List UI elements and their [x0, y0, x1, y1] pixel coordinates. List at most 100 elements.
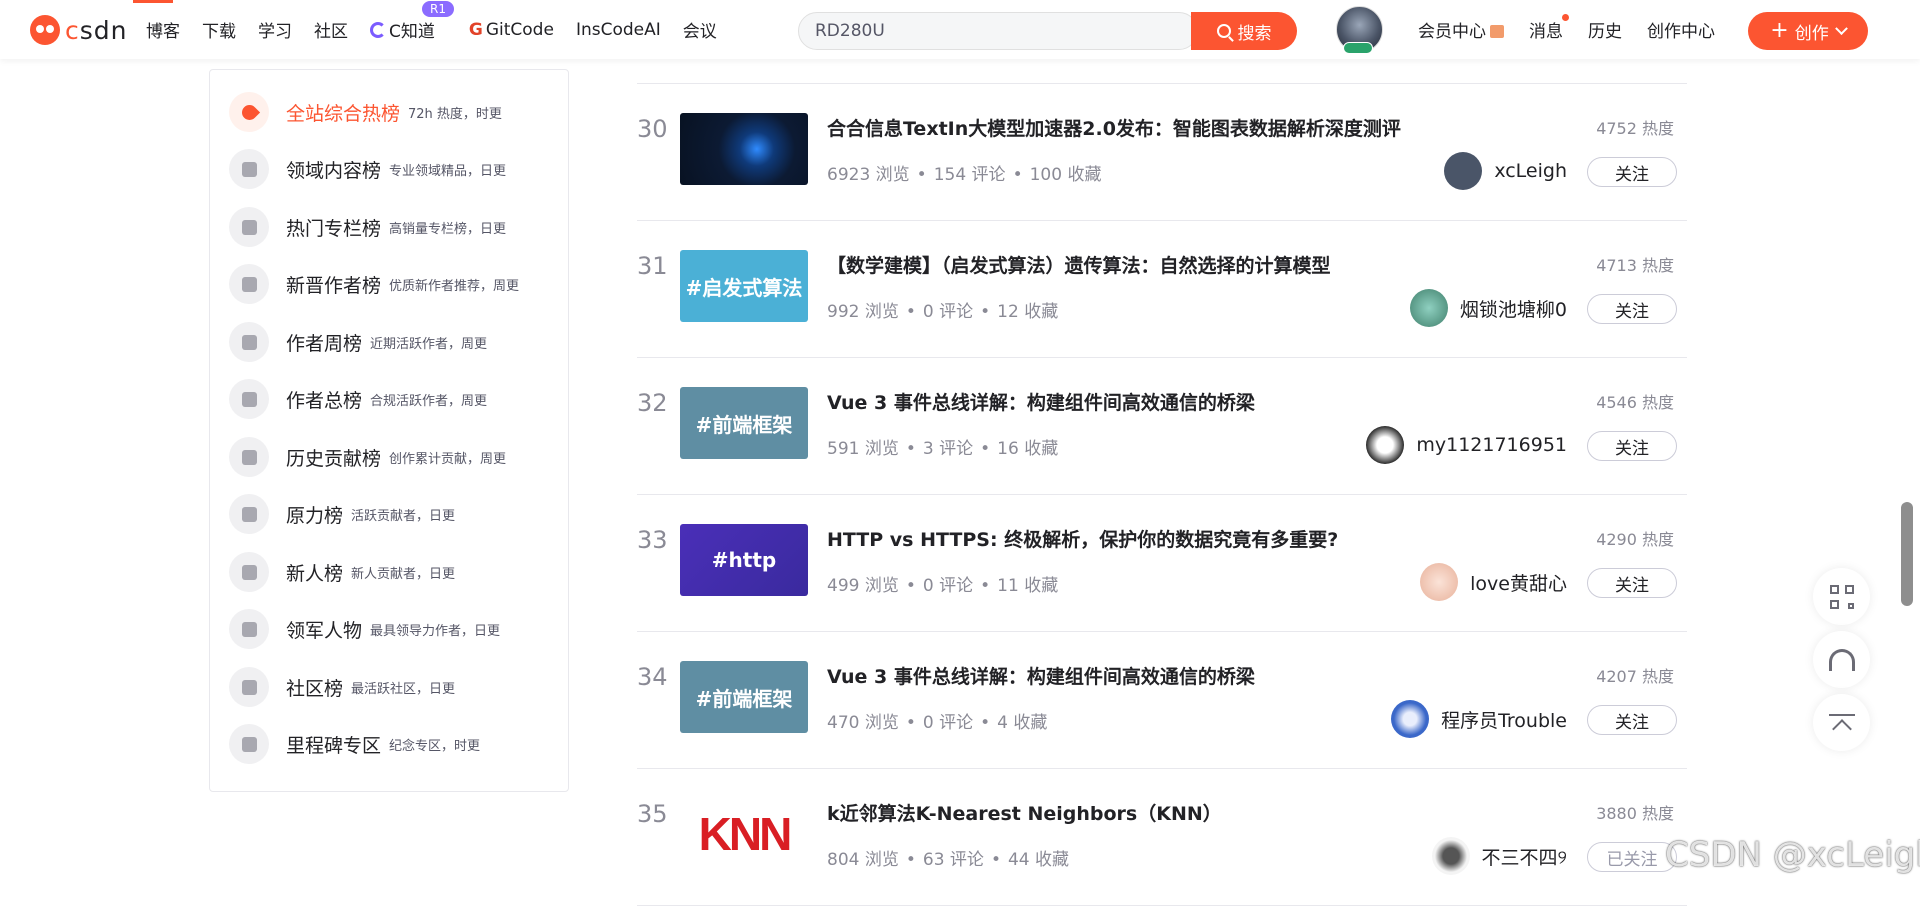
followed-button[interactable]: 已关注	[1587, 842, 1677, 872]
history-link[interactable]: 历史	[1588, 17, 1622, 42]
sidebar-item-column[interactable]: 热门专栏榜 高销量专栏榜，日更	[229, 205, 506, 249]
heat-score: 4752 热度	[1596, 119, 1674, 138]
avatar	[1366, 426, 1405, 464]
search-button[interactable]: 搜索	[1191, 12, 1297, 50]
heat-score: 4546 热度	[1596, 393, 1674, 412]
sidebar-item-newcomer[interactable]: 新人榜 新人贡献者，日更	[229, 550, 455, 594]
article-thumbnail[interactable]: #前端框架	[680, 661, 808, 733]
sidebar-item-sub: 优质新作者推荐，周更	[389, 278, 520, 294]
nav-download[interactable]: 下载	[202, 17, 236, 42]
nav-gitcode[interactable]: G GitCode	[469, 20, 554, 40]
sidebar-item-title: 领域内容榜	[286, 159, 382, 182]
sidebar-item-leader[interactable]: 领军人物 最具领导力作者，日更	[229, 607, 500, 651]
author-name: my1121716951	[1416, 434, 1567, 456]
rank-row[interactable]: 32 #前端框架 Vue 3 事件总线详解：构建组件间高效通信的桥梁 591 浏…	[637, 358, 1687, 495]
article-thumbnail[interactable]: #启发式算法	[680, 250, 808, 322]
author-name: 不三不四୨	[1481, 846, 1567, 869]
creation-center-link[interactable]: 创作中心	[1647, 17, 1715, 42]
author-name: xcLeigh	[1494, 160, 1567, 182]
author[interactable]: 程序员Trouble	[1391, 699, 1567, 739]
sidebar-item-author-total[interactable]: 作者总榜 合规活跃作者，周更	[229, 377, 487, 421]
create-button[interactable]: + 创作	[1748, 12, 1868, 50]
rank-number: 33	[637, 526, 668, 554]
messages-link[interactable]: 消息	[1529, 14, 1569, 42]
article-stats: 6923 浏览 • 154 评论 • 100 收藏	[827, 165, 1102, 185]
plus-icon: +	[1770, 18, 1789, 43]
article-title[interactable]: Vue 3 事件总线详解：构建组件间高效通信的桥梁	[827, 662, 1255, 689]
author[interactable]: love黄甜心	[1420, 562, 1567, 602]
sidebar-item-milestone[interactable]: 里程碑专区 纪念专区，时更	[229, 722, 480, 766]
rank-row[interactable]: 30 合合信息TextIn大模型加速器2.0发布：智能图表数据解析深度测评 69…	[637, 84, 1687, 221]
article-title[interactable]: Vue 3 事件总线详解：构建组件间高效通信的桥梁	[827, 388, 1255, 415]
heat-score: 4290 热度	[1596, 530, 1674, 549]
csdn-mascot-icon	[30, 15, 60, 45]
article-title[interactable]: k近邻算法K-Nearest Neighbors（KNN）	[827, 799, 1222, 826]
nav-inscode[interactable]: InsCodeAI	[576, 20, 661, 40]
follow-button[interactable]: 关注	[1587, 157, 1677, 187]
vip-badge	[1343, 42, 1373, 54]
rank-row[interactable]: 35 KNN k近邻算法K-Nearest Neighbors（KNN） 804…	[637, 769, 1687, 906]
follow-button[interactable]: 关注	[1587, 705, 1677, 735]
sidebar-item-sub: 近期活跃作者，周更	[370, 336, 488, 352]
follow-button[interactable]: 关注	[1587, 294, 1677, 324]
article-thumbnail[interactable]: #前端框架	[680, 387, 808, 459]
sidebar-item-community[interactable]: 社区榜 最活跃社区，日更	[229, 665, 455, 709]
user-avatar[interactable]	[1336, 6, 1383, 54]
nav-cknow[interactable]: C知道 R1	[370, 1, 454, 42]
csdn-logo[interactable]: csdn	[30, 14, 128, 46]
rank-row[interactable]: 31 #启发式算法 【数学建模】（启发式算法）遗传算法：自然选择的计算模型 99…	[637, 221, 1687, 358]
medal-icon	[229, 609, 269, 649]
sidebar-item-title: 新人榜	[286, 562, 344, 585]
heat-score: 3880 热度	[1596, 804, 1674, 823]
rank-row[interactable]: 34 #前端框架 Vue 3 事件总线详解：构建组件间高效通信的桥梁 470 浏…	[637, 632, 1687, 769]
follow-button[interactable]: 关注	[1587, 431, 1677, 461]
chevron-down-icon	[1834, 21, 1848, 35]
rank-row[interactable]: 33 #http HTTP vs HTTPS: 终极解析，保护你的数据究竟有多重…	[637, 495, 1687, 632]
sidebar-item-domain[interactable]: 领域内容榜 专业领域精品，日更	[229, 147, 506, 191]
article-thumbnail[interactable]: KNN	[680, 798, 808, 870]
code-icon	[229, 149, 269, 189]
sidebar-item-sub: 纪念专区，时更	[389, 738, 481, 754]
sidebar-item-history[interactable]: 历史贡献榜 创作累计贡献，周更	[229, 435, 506, 479]
article-title[interactable]: HTTP vs HTTPS: 终极解析，保护你的数据究竟有多重要?	[827, 525, 1338, 552]
author-name: 程序员Trouble	[1441, 709, 1567, 732]
sidebar-item-sub: 新人贡献者，日更	[351, 566, 456, 582]
author[interactable]: 烟锁池塘柳0	[1409, 288, 1567, 328]
qrcode-button[interactable]	[1813, 568, 1870, 625]
sidebar-item-author-week[interactable]: 作者周榜 近期活跃作者，周更	[229, 320, 487, 364]
milestone-icon	[229, 724, 269, 764]
rocket-icon	[229, 92, 269, 132]
nav-blog[interactable]: 博客	[146, 17, 180, 42]
search-icon	[1216, 24, 1231, 38]
nav-community[interactable]: 社区	[314, 17, 348, 42]
rank-number: 32	[637, 389, 668, 417]
sidebar-item-sub: 专业领域精品，日更	[389, 163, 507, 179]
member-center-link[interactable]: 会员中心	[1418, 17, 1504, 42]
nav-meeting[interactable]: 会议	[683, 17, 717, 42]
cknow-label: C知道	[389, 22, 435, 42]
sidebar-item-title: 社区榜	[286, 677, 344, 700]
article-thumbnail[interactable]: #http	[680, 524, 808, 596]
sidebar-item-title: 作者周榜	[286, 332, 363, 355]
sidebar-item-force[interactable]: 原力榜 活跃贡献者，日更	[229, 492, 455, 536]
author[interactable]: my1121716951	[1366, 425, 1567, 465]
scrollbar-thumb[interactable]	[1901, 502, 1913, 606]
article-title[interactable]: 合合信息TextIn大模型加速器2.0发布：智能图表数据解析深度测评	[827, 114, 1401, 141]
author[interactable]: xcLeigh	[1444, 151, 1567, 191]
sidebar-item-site-hot[interactable]: 全站综合热榜 72h 热度，时更	[229, 90, 502, 134]
book-icon	[229, 207, 269, 247]
customer-service-button[interactable]	[1813, 631, 1870, 688]
search-input[interactable]	[799, 13, 1191, 49]
follow-button[interactable]: 关注	[1587, 568, 1677, 598]
back-to-top-button[interactable]	[1813, 694, 1870, 751]
author[interactable]: 不三不四୨	[1431, 836, 1567, 876]
create-button-label: 创作	[1794, 23, 1829, 44]
sidebar-item-new-author[interactable]: 新晋作者榜 优质新作者推荐，周更	[229, 262, 519, 306]
article-stats: 470 浏览 • 0 评论 • 4 收藏	[827, 713, 1048, 733]
article-stats: 499 浏览 • 0 评论 • 11 收藏	[827, 576, 1059, 596]
article-thumbnail[interactable]	[680, 113, 808, 185]
logo-text: csdn	[65, 15, 128, 45]
nav-learn[interactable]: 学习	[258, 17, 292, 42]
podium-icon	[229, 437, 269, 477]
article-title[interactable]: 【数学建模】（启发式算法）遗传算法：自然选择的计算模型	[827, 251, 1331, 278]
